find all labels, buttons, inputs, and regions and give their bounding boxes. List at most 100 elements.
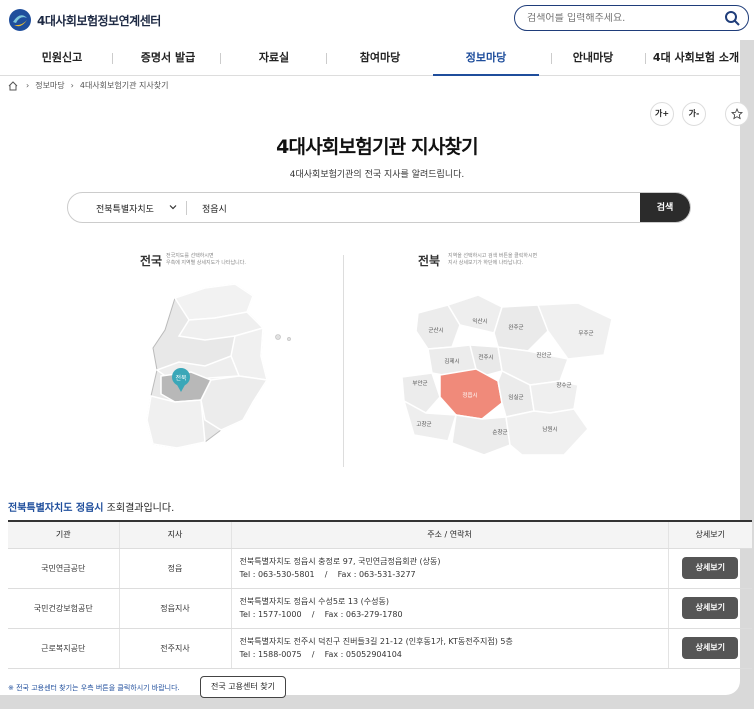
divider	[186, 201, 187, 215]
org-cell: 국민연금공단	[8, 548, 120, 589]
separator-text: /	[311, 610, 315, 619]
table-row: 근로복지공단 전주지사 전북특별자치도 전주시 덕진구 진버들3길 21-12 …	[8, 628, 752, 669]
nav-item-about[interactable]: 4대 사회보험 소개	[652, 40, 740, 76]
main-nav: 민원신고 증명서 발급 자료실 참여마당 정보마당 안내마당 4대 사회보험 소…	[0, 40, 740, 76]
column-header: 지사	[119, 520, 232, 549]
city-label-muju: 무주군	[578, 330, 593, 337]
font-decrease-button[interactable]: 가-	[682, 102, 706, 126]
address-cell: 전북특별자치도 전주시 덕진구 진버들3길 21-12 (인후동1가, KT동전…	[231, 628, 669, 669]
home-icon[interactable]	[8, 80, 18, 91]
results-heading: 전북특별자치도 정읍시 조회결과입니다.	[8, 499, 174, 514]
nav-item-information[interactable]: 정보마당	[433, 40, 539, 76]
font-increase-button[interactable]: 가+	[650, 102, 674, 126]
org-cell: 근로복지공단	[8, 628, 120, 669]
region-select[interactable]: 전북특별자치도	[96, 202, 154, 215]
org-cell: 국민건강보험공단	[8, 588, 120, 629]
nav-separator	[326, 53, 327, 64]
nav-separator	[645, 53, 646, 64]
branch-cell: 정읍	[119, 548, 232, 589]
results-query: 전북특별자치도 정읍시	[8, 503, 104, 514]
city-label-jeongeup: 정읍시	[462, 392, 477, 399]
address-text: 전북특별자치도 정읍시 충정로 97, 국민연금정읍회관 (상동)	[239, 557, 441, 566]
detail-button[interactable]: 상세보기	[682, 557, 739, 579]
employment-center-button[interactable]: 전국 고용센터 찾기	[200, 676, 286, 698]
table-row: 국민연금공단 정읍 전북특별자치도 정읍시 충정로 97, 국민연금정읍회관 (…	[8, 548, 752, 589]
nav-item-participation[interactable]: 참여마당	[338, 40, 422, 76]
branch-cell: 전주지사	[119, 628, 232, 669]
city-label-gimje: 김제시	[444, 357, 459, 365]
city-label-sunchang: 순창군	[492, 428, 507, 436]
nav-separator	[112, 53, 113, 64]
address-cell: 전북특별자치도 정읍시 수성5로 13 (수성동) Tel : 1577-100…	[231, 588, 669, 629]
detail-cell: 상세보기	[668, 588, 752, 629]
detail-button[interactable]: 상세보기	[682, 597, 739, 619]
city-label-imsil: 임실군	[508, 393, 523, 401]
column-header: 상세보기	[668, 520, 752, 549]
chevron-right-icon: ›	[26, 81, 30, 90]
map-divider	[343, 255, 344, 467]
fax-text: Fax : 063-279-1780	[324, 610, 403, 619]
fax-text: Fax : 05052904104	[324, 650, 402, 659]
regional-map-label: 전북	[418, 254, 441, 268]
logo[interactable]: 4대사회보험정보연계센터	[8, 8, 161, 32]
site-search-input[interactable]	[527, 12, 717, 24]
city-label-buan: 부안군	[412, 380, 427, 387]
address-cell: 전북특별자치도 정읍시 충정로 97, 국민연금정읍회관 (상동) Tel : …	[231, 548, 669, 589]
page-title: 4대사회보험기관 지사찾기	[276, 136, 479, 158]
separator-text: /	[311, 650, 315, 659]
column-header: 주소 / 연락처	[231, 520, 669, 549]
region-jeonnam[interactable]	[146, 395, 206, 449]
breadcrumb-item[interactable]: 4대사회보험기관 지사찾기	[80, 80, 169, 91]
address-text: 전북특별자치도 정읍시 수성5로 13 (수성동)	[239, 597, 389, 606]
city-label-iksan: 익산시	[472, 317, 487, 325]
detail-cell: 상세보기	[668, 548, 752, 589]
breadcrumb-item[interactable]: 정보마당	[35, 80, 64, 91]
address-text: 전북특별자치도 전주시 덕진구 진버들3길 21-12 (인후동1가, KT동전…	[239, 637, 513, 646]
results-suffix: 조회결과입니다.	[106, 503, 175, 514]
logo-text: 4대사회보험정보연계센터	[37, 13, 161, 28]
star-icon	[731, 107, 743, 120]
page-subtitle: 4대사회보험기관의 전국 지사를 알려드립니다.	[289, 170, 465, 180]
national-map-desc: 전국지도를 선택하시면 우측에 지역별 상세지도가 나타납니다.	[166, 253, 246, 266]
nav-item-guide[interactable]: 안내마당	[551, 40, 635, 76]
branch-cell: 정읍지사	[119, 588, 232, 629]
city-label-jeonju: 전주시	[478, 353, 493, 361]
separator-text: /	[324, 570, 328, 579]
city-label-wanju: 완주군	[508, 323, 523, 331]
city-label-gunsan: 군산시	[428, 326, 443, 334]
ulleungdo	[275, 334, 281, 340]
table-header-row: 기관 지사 주소 / 연락처 상세보기	[8, 520, 752, 549]
column-header: 기관	[8, 520, 120, 549]
nav-item-certificate[interactable]: 증명서 발급	[126, 40, 210, 76]
breadcrumb: › 정보마당 › 4대사회보험기관 지사찾기	[8, 80, 174, 91]
tel-text: Tel : 1577-1000	[239, 610, 302, 619]
nav-separator	[220, 53, 221, 64]
search-icon[interactable]	[724, 10, 740, 26]
logo-icon	[9, 9, 31, 31]
city-label-gochang: 고창군	[416, 420, 431, 428]
table-row: 국민건강보험공단 정읍지사 전북특별자치도 정읍시 수성5로 13 (수성동) …	[8, 588, 752, 629]
chevron-down-icon[interactable]	[168, 202, 178, 212]
national-map: 전북	[146, 283, 291, 449]
fax-text: Fax : 063-531-3277	[337, 570, 416, 579]
region-muju[interactable]	[536, 302, 613, 360]
city-label-jinan: 진안군	[536, 351, 551, 359]
tel-text: Tel : 1588-0075	[239, 650, 302, 659]
header: 4대사회보험정보연계센터	[0, 0, 754, 40]
detail-cell: 상세보기	[668, 628, 752, 669]
nav-item-civil[interactable]: 민원신고	[20, 40, 104, 76]
city-label-jangsu: 장수군	[556, 382, 571, 389]
employment-center-note: ※ 전국 고용센터 찾기는 우측 버튼을 클릭하시기 바랍니다.	[8, 684, 180, 692]
city-select[interactable]: 정읍시	[202, 202, 227, 215]
region-gyeongnam[interactable]	[200, 375, 269, 431]
favorite-button[interactable]	[725, 102, 749, 126]
search-button[interactable]: 검색	[640, 193, 690, 222]
site-search	[514, 5, 749, 31]
nav-item-resources[interactable]: 자료실	[232, 40, 316, 76]
regional-map-desc: 지역을 선택하시고 검색 버튼을 클릭하시면 지사 상세보기가 하단에 나타납니…	[448, 253, 538, 266]
tel-text: Tel : 063-530-5801	[239, 570, 315, 579]
regional-map: 군산시 익산시 완주군 무주군 김제시 전주시 진안군 부안군 정읍시 임실군 …	[401, 294, 613, 456]
chevron-right-icon: ›	[70, 81, 74, 90]
detail-button[interactable]: 상세보기	[682, 637, 739, 659]
city-label-namwon: 남원시	[542, 425, 557, 433]
